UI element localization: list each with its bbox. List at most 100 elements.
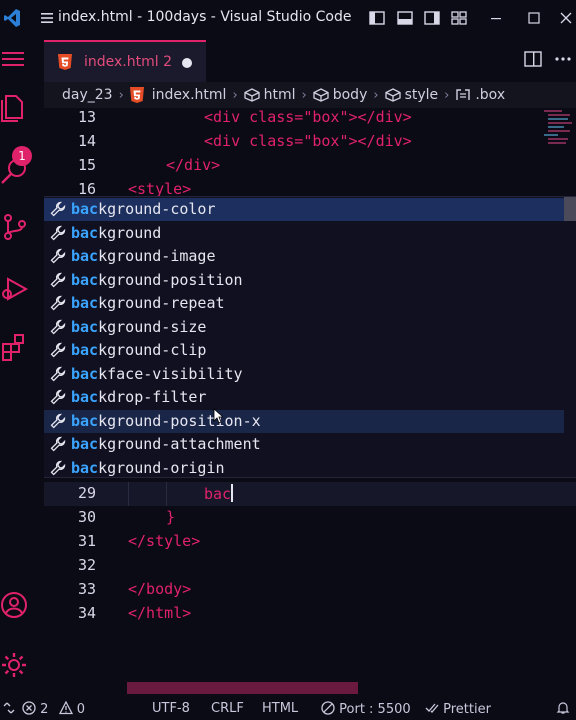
tab-problem-count: 2 — [163, 54, 173, 70]
activity-bar: 1 — [0, 36, 44, 698]
encoding-status[interactable]: UTF-8 — [152, 701, 190, 716]
breadcrumb-selector[interactable]: .box — [455, 87, 505, 103]
explorer-icon[interactable] — [0, 92, 30, 122]
suggestion-rest: kground-color — [98, 200, 216, 218]
suggestion-match: bac — [71, 341, 99, 359]
account-icon[interactable] — [0, 590, 30, 620]
chevron-right-icon: › — [301, 87, 307, 103]
more-actions-icon[interactable] — [554, 50, 572, 68]
wrench-icon — [50, 436, 66, 452]
autocomplete-suggestions[interactable]: background-color background background-ima… — [44, 196, 576, 478]
code-line[interactable]: 15 </div> — [44, 154, 576, 178]
suggestion-match: bac — [71, 435, 99, 453]
horizontal-scrollbar[interactable] — [127, 682, 358, 694]
code-line[interactable]: 31 </style> — [44, 530, 576, 554]
suggestion-rest: kground-repeat — [98, 294, 225, 312]
run-debug-icon[interactable] — [0, 274, 30, 304]
wrench-icon — [50, 248, 66, 264]
code-line[interactable]: 32 — [44, 554, 576, 578]
suggestion-rest: kdrop-filter — [98, 388, 207, 406]
toggle-panel-icon[interactable] — [397, 10, 413, 26]
mouse-pointer-icon — [213, 408, 223, 424]
suggestion-item[interactable]: backdrop-filter — [44, 386, 564, 409]
settings-gear-icon[interactable] — [0, 650, 30, 680]
symbol-key-icon — [456, 89, 471, 100]
prettier-status[interactable]: Prettier — [425, 701, 491, 717]
remote-indicator[interactable] — [2, 701, 16, 717]
suggestion-match: bac — [71, 270, 99, 289]
suggestion-item[interactable]: background-color — [44, 198, 564, 221]
double-check-icon — [425, 703, 439, 713]
close-window-icon[interactable] — [558, 10, 574, 26]
language-mode-status[interactable]: HTML — [262, 701, 298, 716]
code-line[interactable]: 34 </html> — [44, 602, 576, 626]
customize-layout-icon[interactable] — [451, 10, 467, 26]
maximize-icon[interactable] — [526, 10, 542, 26]
suggestion-rest: kground-image — [98, 247, 216, 265]
eol-status[interactable]: CRLF — [211, 701, 244, 716]
html5-icon — [129, 87, 144, 103]
suggestion-item[interactable]: backface-visibility — [44, 363, 564, 386]
suggestion-rest: kground-clip — [98, 341, 207, 359]
problems-indicator[interactable]: 2 0 — [22, 700, 85, 717]
suggestion-item[interactable]: background-attachment — [44, 433, 564, 456]
live-server-status[interactable]: Port : 5500 — [321, 701, 411, 717]
tab-index-html[interactable]: index.html 2 — [44, 40, 206, 82]
search-icon[interactable] — [0, 156, 30, 186]
code-line-current[interactable]: 29 bac — [44, 482, 576, 506]
suggestion-item[interactable]: background — [44, 222, 564, 245]
source-control-icon[interactable] — [0, 212, 30, 242]
breadcrumb-html[interactable]: html — [243, 87, 296, 103]
suggestion-match: bac — [71, 247, 99, 265]
vscode-logo-icon[interactable] — [4, 8, 20, 28]
suggestion-item[interactable]: background-repeat — [44, 292, 564, 315]
toggle-secondary-sidebar-icon[interactable] — [424, 10, 440, 26]
breadcrumb-folder[interactable]: day_23 — [62, 87, 113, 103]
wrench-icon — [50, 272, 66, 287]
minimize-icon[interactable] — [488, 10, 504, 26]
suggestion-match: bac — [71, 388, 99, 406]
code-line[interactable]: 30 } — [44, 506, 576, 530]
split-editor-icon[interactable] — [524, 50, 542, 68]
suggestion-item[interactable]: background-size — [44, 316, 564, 339]
code-line[interactable]: 14 <div class="box"></div> — [44, 130, 576, 154]
wrench-icon — [50, 319, 66, 334]
breadcrumb: day_23 › index.html › html › body › styl… — [44, 82, 576, 108]
notifications-status[interactable] — [556, 701, 570, 717]
suggestion-item[interactable]: background-position — [44, 269, 564, 292]
suggestion-rest: kground — [98, 223, 162, 242]
unsaved-dot-icon[interactable] — [182, 58, 192, 68]
suggestion-match: bac — [71, 223, 99, 242]
chevron-right-icon: › — [444, 87, 450, 103]
code-line[interactable]: 13 <div class="box"></div> — [44, 106, 576, 130]
suggestion-item[interactable]: background-origin — [44, 457, 564, 480]
suggestion-item[interactable]: background-clip — [44, 339, 564, 362]
suggest-scrollbar[interactable] — [564, 197, 576, 221]
chevron-right-icon: › — [118, 87, 124, 103]
wrench-icon — [50, 413, 66, 428]
element-cube-icon — [243, 88, 260, 102]
chevron-right-icon: › — [232, 87, 238, 103]
window-title: index.html - 100days - Visual Studio Cod… — [58, 9, 352, 25]
wrench-icon — [50, 460, 66, 475]
wrench-icon — [50, 295, 66, 311]
hamburger-menu-icon[interactable] — [0, 44, 30, 74]
warning-icon — [58, 700, 73, 715]
suggestion-rest: kground-position-x — [98, 411, 261, 430]
no-broadcast-icon — [321, 701, 335, 715]
menu-icon[interactable] — [40, 11, 54, 25]
suggestion-match: bac — [71, 317, 99, 336]
extensions-icon[interactable] — [0, 332, 30, 362]
suggestion-match: bac — [71, 200, 99, 218]
typed-text: bac — [204, 485, 232, 503]
code-line[interactable]: 33 </body> — [44, 578, 576, 602]
suggestion-item[interactable]: background-position-x — [44, 409, 564, 433]
suggestion-rest: kground-origin — [98, 458, 225, 477]
element-cube-icon — [313, 88, 329, 102]
toggle-sidebar-icon[interactable] — [369, 10, 385, 26]
suggestion-item[interactable]: background-image — [44, 245, 564, 268]
remote-icon — [3, 702, 15, 714]
breadcrumb-file[interactable]: index.html — [129, 87, 226, 103]
breadcrumb-style[interactable]: style — [384, 87, 438, 103]
breadcrumb-body[interactable]: body — [313, 87, 367, 103]
